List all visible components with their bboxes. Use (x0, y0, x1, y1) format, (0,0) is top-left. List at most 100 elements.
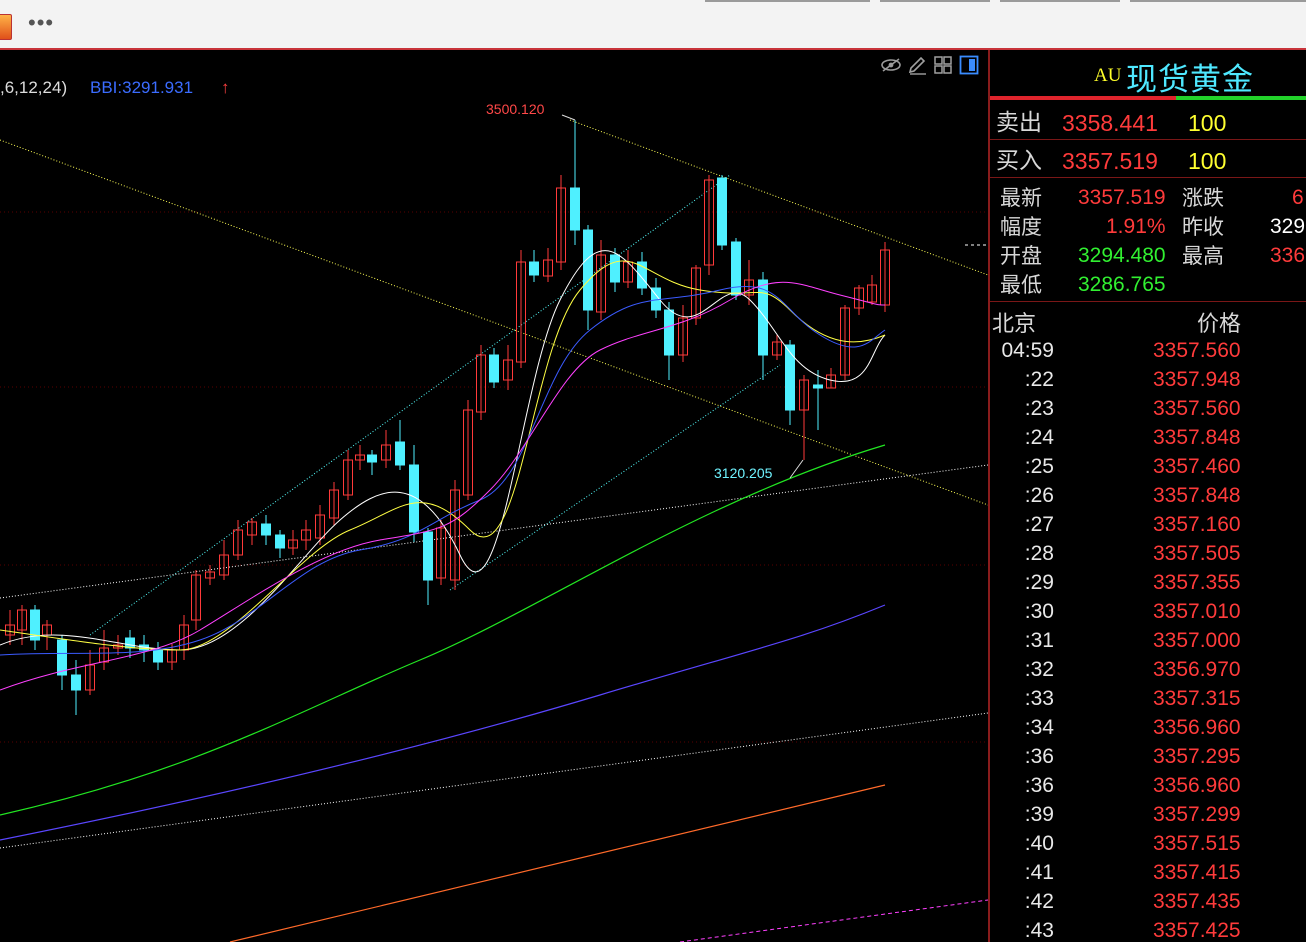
buy-qty: 100 (1188, 148, 1227, 174)
candle-body (71, 674, 81, 691)
tick-price: 3357.000 (1153, 629, 1241, 652)
tick-row[interactable]: :27 3357.160 (990, 510, 1306, 539)
panel-toggle-icon[interactable] (958, 54, 980, 76)
candle-body (529, 261, 539, 276)
kline-chart[interactable]: ,6,12,24) BBI:3291.931 ↑ 3500.120 3120.2… (0, 50, 988, 942)
header-divider-red (990, 96, 1176, 100)
tick-time: :42 (1024, 890, 1054, 913)
trend-line (89, 174, 731, 636)
tick-row[interactable]: :25 3357.460 (990, 452, 1306, 481)
tick-row[interactable]: :29 3357.355 (990, 568, 1306, 597)
tick-row[interactable]: :26 3357.848 (990, 481, 1306, 510)
tick-row[interactable]: :39 3357.299 (990, 800, 1306, 829)
tick-row[interactable]: :30 3357.010 (990, 597, 1306, 626)
tick-price: 3357.160 (1153, 513, 1241, 536)
tick-row[interactable]: :23 3357.560 (990, 394, 1306, 423)
candle-body (570, 187, 580, 231)
more-dots-icon[interactable]: ••• (28, 12, 54, 34)
candle-body (717, 177, 727, 246)
tick-row[interactable]: :32 3356.970 (990, 655, 1306, 684)
tick-price: 3357.355 (1153, 571, 1241, 594)
tick-price: 3357.425 (1153, 919, 1241, 942)
tick-price: 3357.560 (1153, 339, 1241, 362)
kline-canvas[interactable] (0, 50, 988, 942)
tick-row[interactable]: :28 3357.505 (990, 539, 1306, 568)
tick-time: :43 (1024, 919, 1054, 942)
tick-row[interactable]: :24 3357.848 (990, 423, 1306, 452)
candle-body (489, 354, 499, 383)
tick-price: 3357.560 (1153, 397, 1241, 420)
tick-price: 3356.960 (1153, 774, 1241, 797)
tick-row[interactable]: :41 3357.415 (990, 858, 1306, 887)
tick-row[interactable]: :22 3357.948 (990, 365, 1306, 394)
tab-indicator (1130, 0, 1306, 2)
tick-time: :23 (1024, 397, 1054, 420)
candle-body (785, 344, 795, 411)
buy-label: 买入 (996, 148, 1042, 174)
amp-value: 1.91% (1106, 215, 1166, 238)
tab-indicator (705, 0, 870, 2)
instrument-header: AU 现货黄金 (990, 50, 1306, 100)
header-divider-green (1176, 96, 1306, 100)
tab-indicator (880, 0, 990, 2)
open-label: 开盘 (1000, 244, 1042, 268)
tick-time: 04:59 (1001, 339, 1054, 362)
tick-price: 3357.515 (1153, 832, 1241, 855)
candle-body (261, 523, 271, 536)
quote-panel: AU 现货黄金 卖出 3358.441 100 买入 3357.519 100 … (988, 50, 1306, 942)
indicator-params: ,6,12,24) (0, 78, 68, 97)
tick-row[interactable]: :42 3357.435 (990, 887, 1306, 916)
ticks-time-header: 北京 (992, 312, 1037, 337)
tick-time: :29 (1024, 571, 1054, 594)
candle-body (395, 441, 405, 466)
tick-row[interactable]: :40 3357.515 (990, 829, 1306, 858)
tick-time: :30 (1024, 600, 1054, 623)
app-logo-icon[interactable] (0, 14, 12, 40)
tab-indicator (1000, 0, 1120, 2)
tick-time: :39 (1024, 803, 1054, 826)
trend-line (679, 899, 988, 942)
pencil-draw-icon[interactable] (906, 54, 928, 76)
tick-time: :33 (1024, 687, 1054, 710)
high-value: 336 (1270, 244, 1306, 267)
candle-body (153, 649, 163, 663)
tick-row[interactable]: :33 3357.315 (990, 684, 1306, 713)
change-value: 6 (1292, 186, 1304, 209)
divider (990, 301, 1306, 302)
low-label: 最低 (1000, 273, 1042, 297)
tick-row[interactable]: :36 3356.960 (990, 771, 1306, 800)
candle-body (813, 384, 823, 389)
tick-time: :31 (1024, 629, 1054, 652)
tick-price: 3357.415 (1153, 861, 1241, 884)
low-annotation: 3120.205 (714, 465, 773, 481)
ticks-list[interactable]: 04:59 3357.560 :22 3357.948 :23 3357.560 :24 33… (990, 336, 1306, 942)
tick-row[interactable]: :43 3357.425 (990, 916, 1306, 942)
tick-row[interactable]: :31 3357.000 (990, 626, 1306, 655)
tick-row[interactable]: :36 3357.295 (990, 742, 1306, 771)
annotation-pointer (561, 114, 576, 121)
grid-layout-icon[interactable] (932, 54, 954, 76)
eye-hide-icon[interactable] (880, 54, 902, 76)
tick-price: 3357.848 (1153, 426, 1241, 449)
candle-body (583, 229, 593, 311)
ma-line-magenta (0, 281, 886, 691)
buy-price: 3357.519 (1062, 148, 1158, 174)
tick-price: 3357.460 (1153, 455, 1241, 478)
tick-price: 3357.505 (1153, 542, 1241, 565)
candle-body (57, 639, 67, 676)
ma-line-orange (229, 784, 886, 942)
bbi-value: BBI:3291.931 (90, 78, 194, 97)
tick-price: 3357.010 (1153, 600, 1241, 623)
tick-row[interactable]: 04:59 3357.560 (990, 336, 1306, 365)
tick-time: :41 (1024, 861, 1054, 884)
tick-row[interactable]: :34 3356.960 (990, 713, 1306, 742)
high-label: 最高 (1182, 244, 1224, 268)
candle-body (367, 454, 377, 463)
candle-body (423, 531, 433, 581)
change-label: 涨跌 (1182, 186, 1224, 210)
tick-price: 3357.435 (1153, 890, 1241, 913)
ticks-price-header: 价格 (1197, 312, 1242, 337)
tick-time: :27 (1024, 513, 1054, 536)
high-annotation: 3500.120 (486, 101, 545, 117)
tick-price: 3357.295 (1153, 745, 1241, 768)
